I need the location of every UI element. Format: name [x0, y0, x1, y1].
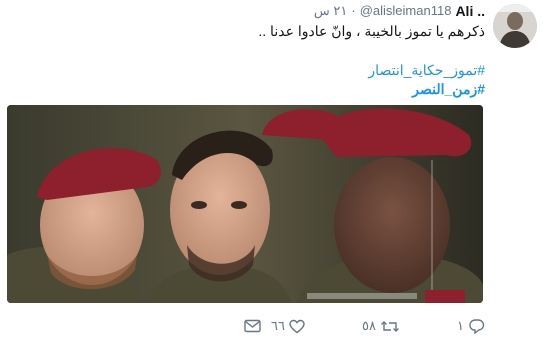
- reply-count: ١: [457, 318, 464, 333]
- reply-icon: [468, 318, 485, 334]
- retweet-count: ٥٨: [362, 318, 376, 333]
- user-handle[interactable]: @alisleiman118: [360, 2, 452, 20]
- retweet-button[interactable]: ٥٨: [362, 318, 400, 334]
- direct-message-button[interactable]: [244, 319, 261, 333]
- like-button[interactable]: ٦٦: [271, 318, 305, 334]
- hashtag-link[interactable]: #تموز_حكاية_انتصار: [65, 61, 485, 80]
- tweet-actions: ١ ٥٨ ٦٦: [65, 315, 485, 337]
- tweet-text: ذكرهم يا تموز بالخيبة ، وانّ عادوا عدنا …: [258, 23, 485, 39]
- avatar-image: [493, 4, 537, 48]
- retweet-icon: [380, 319, 400, 334]
- reply-button[interactable]: ١: [457, 318, 485, 334]
- tweet-card[interactable]: Ali .. @alisleiman118 · ٢١ س ذكرهم يا تم…: [0, 0, 543, 340]
- tweet-header: Ali .. @alisleiman118 · ٢١ س: [314, 2, 485, 20]
- photo-soldiers-image: [7, 105, 483, 303]
- separator-dot: ·: [351, 3, 356, 18]
- tweet-photo[interactable]: [7, 105, 483, 303]
- avatar[interactable]: [493, 4, 537, 48]
- hashtag-list: #تموز_حكاية_انتصار #زمن_النصر: [65, 61, 485, 99]
- heart-icon: [289, 319, 305, 334]
- hashtag-link[interactable]: #زمن_النصر: [65, 80, 485, 99]
- envelope-icon: [244, 319, 261, 333]
- timestamp[interactable]: ٢١ س: [314, 2, 347, 20]
- like-count: ٦٦: [271, 318, 285, 333]
- display-name[interactable]: Ali ..: [455, 2, 485, 20]
